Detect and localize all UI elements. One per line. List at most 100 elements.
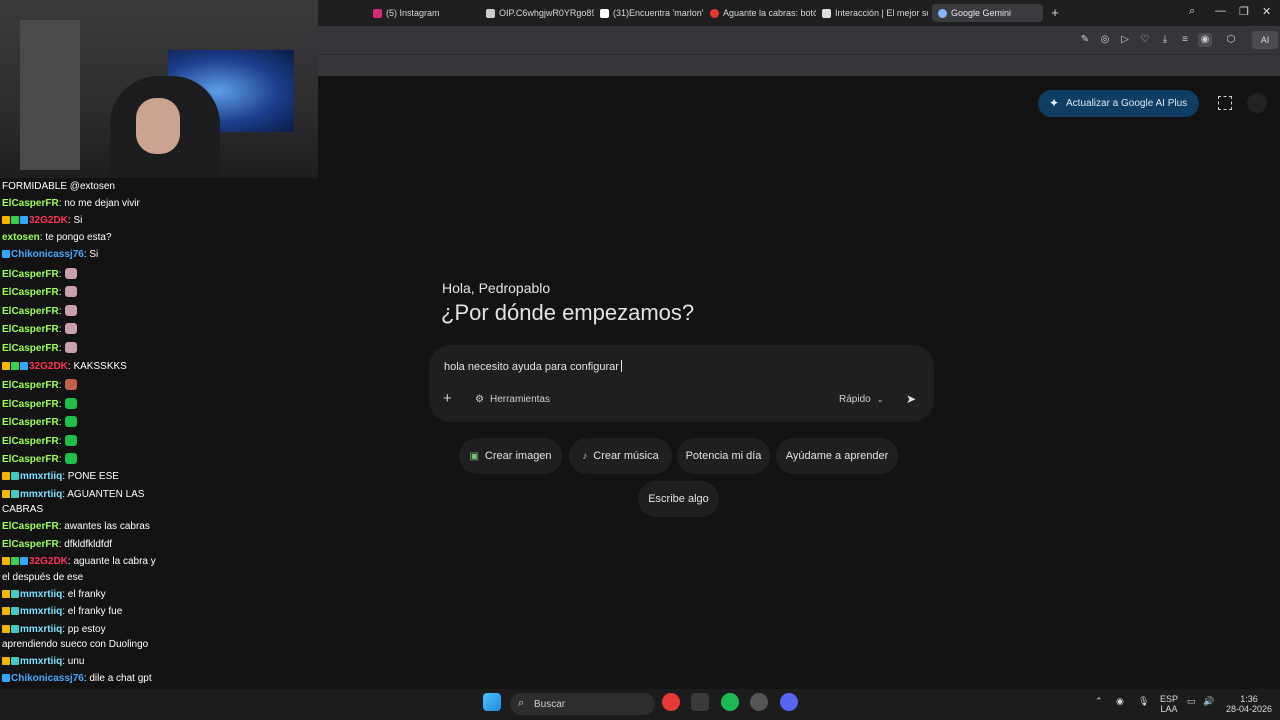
chat-text: FORMIDABLE @extosen: [2, 181, 115, 192]
chat-message: 32G2DK: KAKSSKKS: [2, 361, 127, 373]
chat-username[interactable]: mmxrtiiq: [20, 656, 62, 667]
chat-message: mmxrtiiq: el franky: [2, 589, 106, 601]
minimize-icon[interactable]: —: [1215, 5, 1226, 17]
search-tabs-icon[interactable]: ⌕: [1189, 5, 1195, 18]
language-indicator[interactable]: ESP LAA: [1160, 694, 1178, 714]
play-icon[interactable]: ▷: [1118, 33, 1132, 47]
profile-icon[interactable]: ◉: [1198, 33, 1212, 47]
chat-username[interactable]: mmxrtiiq: [20, 589, 62, 600]
sliders-icon: ⚙: [475, 394, 484, 405]
chat-message: Chikonicassj76: Si: [2, 249, 98, 261]
edit-icon[interactable]: ✎: [1078, 33, 1092, 47]
prompt-input[interactable]: hola necesito ayuda para configurar: [444, 360, 622, 373]
chat-text: : el franky: [62, 589, 106, 600]
tiktok-icon: [600, 8, 609, 18]
tab-instagram[interactable]: (5) Instagram: [373, 4, 440, 22]
spotify-icon[interactable]: [721, 693, 739, 711]
chat-username[interactable]: ElCasperFR: [2, 198, 59, 209]
chat-username[interactable]: 32G2DK: [29, 361, 68, 372]
chat-username[interactable]: extosen: [2, 232, 40, 243]
download-icon[interactable]: ⤓: [1158, 33, 1172, 47]
add-icon[interactable]: +: [443, 391, 452, 406]
badge-icon: [2, 472, 10, 480]
chat-username[interactable]: ElCasperFR: [2, 454, 59, 465]
chat-username[interactable]: mmxrtiiq: [20, 606, 62, 617]
upgrade-button[interactable]: ✦ Actualizar a Google AI Plus: [1038, 90, 1199, 117]
chat-message: ElCasperFR:: [2, 268, 78, 281]
screen: (5) Instagram OIP.C6whgjwR0YRgo89an (31)…: [0, 0, 1280, 720]
chat-username[interactable]: ElCasperFR: [2, 287, 59, 298]
guitar-icon: ♪: [582, 450, 588, 462]
chat-text: :: [58, 436, 62, 447]
chat-username[interactable]: mmxrtiiq: [20, 489, 62, 500]
send-icon[interactable]: ➤: [906, 392, 916, 406]
chat-message: 32G2DK: Si: [2, 215, 82, 227]
chat-username[interactable]: ElCasperFR: [2, 417, 59, 428]
chat-username[interactable]: Chikonicassj76: [11, 673, 84, 684]
chat-username[interactable]: ElCasperFR: [2, 539, 59, 550]
tab-gemini[interactable]: Google Gemini: [932, 4, 1043, 22]
tab-interaccion[interactable]: Interacción | El mejor soft: [822, 4, 928, 22]
chat-username[interactable]: ElCasperFR: [2, 343, 59, 354]
ai-button[interactable]: AI: [1252, 31, 1278, 49]
chat-username[interactable]: ElCasperFR: [2, 436, 59, 447]
badge-icon: [20, 557, 28, 565]
extensions-icon[interactable]: ⬡: [1224, 33, 1238, 47]
chevron-up-icon[interactable]: ⌃: [1095, 696, 1103, 706]
windows-start-icon[interactable]: [483, 693, 501, 711]
chat-message: mmxrtiiq: PONE ESE: [2, 471, 119, 483]
chip-crear-musica[interactable]: ♪ Crear música: [569, 438, 672, 474]
chat-username[interactable]: ElCasperFR: [2, 324, 59, 335]
screenshot-select-icon[interactable]: [1218, 96, 1232, 110]
chat-username[interactable]: ElCasperFR: [2, 306, 59, 317]
menu-icon[interactable]: ≡: [1178, 33, 1192, 47]
badge-icon: [11, 216, 19, 224]
chat-text: :: [58, 454, 62, 465]
greeting: Hola, Pedropablo: [442, 280, 551, 296]
chat-username[interactable]: mmxrtiiq: [20, 471, 62, 482]
epic-games-icon[interactable]: [691, 693, 709, 711]
chat-username[interactable]: ElCasperFR: [2, 269, 59, 280]
camera-icon[interactable]: ◎: [1098, 33, 1112, 47]
network-icon[interactable]: ▭: [1187, 696, 1196, 706]
emote-icon: [65, 435, 78, 446]
mode-selector[interactable]: Rápido ⌄: [839, 394, 883, 405]
tab-image[interactable]: OIP.C6whgjwR0YRgo89an: [486, 4, 594, 22]
opera-icon[interactable]: [662, 693, 680, 711]
discord-icon[interactable]: [780, 693, 798, 711]
clock[interactable]: 1:36 28-04-2026: [1224, 694, 1274, 714]
chat-username[interactable]: Chikonicassj76: [11, 249, 84, 260]
chat-username[interactable]: 32G2DK: [29, 215, 68, 226]
prompt-box[interactable]: hola necesito ayuda para configurar + ⚙ …: [429, 345, 934, 422]
close-icon[interactable]: ✕: [1262, 5, 1271, 18]
restore-icon[interactable]: ❐: [1239, 5, 1249, 18]
chat-username[interactable]: ElCasperFR: [2, 521, 59, 532]
chip-crear-imagen[interactable]: ▣ Crear imagen: [459, 438, 562, 474]
microphone-icon[interactable]: 🎙: [1138, 696, 1149, 706]
new-tab-button[interactable]: +: [1048, 6, 1062, 20]
tools-button[interactable]: ⚙ Herramientas: [475, 394, 550, 405]
chat-message: ElCasperFR:: [2, 435, 78, 448]
chat-username[interactable]: mmxrtiiq: [20, 624, 62, 635]
chat-text: :: [58, 380, 62, 391]
taskbar-search[interactable]: ⌕ Buscar: [510, 693, 655, 715]
chat-username[interactable]: ElCasperFR: [2, 380, 59, 391]
tab-cabras[interactable]: Aguante la cabras: botón: [710, 4, 816, 22]
volume-icon[interactable]: 🔊: [1203, 696, 1214, 706]
badge-icon: [11, 607, 19, 615]
avatar[interactable]: [1247, 93, 1267, 113]
badge-icon: [2, 216, 10, 224]
chat-message: ElCasperFR:: [2, 323, 78, 336]
chat-message: ElCasperFR: awantes las cabras: [2, 521, 150, 533]
chat-username[interactable]: ElCasperFR: [2, 399, 59, 410]
chip-escribe-algo[interactable]: Escribe algo: [638, 481, 719, 517]
heart-icon[interactable]: ♡: [1138, 33, 1152, 47]
tab-tiktok[interactable]: (31)Encuentra 'marlon' en: [600, 4, 704, 22]
app-icon[interactable]: [750, 693, 768, 711]
chat-username[interactable]: 32G2DK: [29, 556, 68, 567]
badge-icon: [11, 557, 19, 565]
app-tray-icon[interactable]: ◉: [1116, 696, 1124, 706]
chip-potencia-mi-dia[interactable]: Potencia mi día: [677, 438, 770, 474]
badge-icon: [2, 490, 10, 498]
chip-ayudame-a-aprender[interactable]: Ayúdame a aprender: [776, 438, 898, 474]
